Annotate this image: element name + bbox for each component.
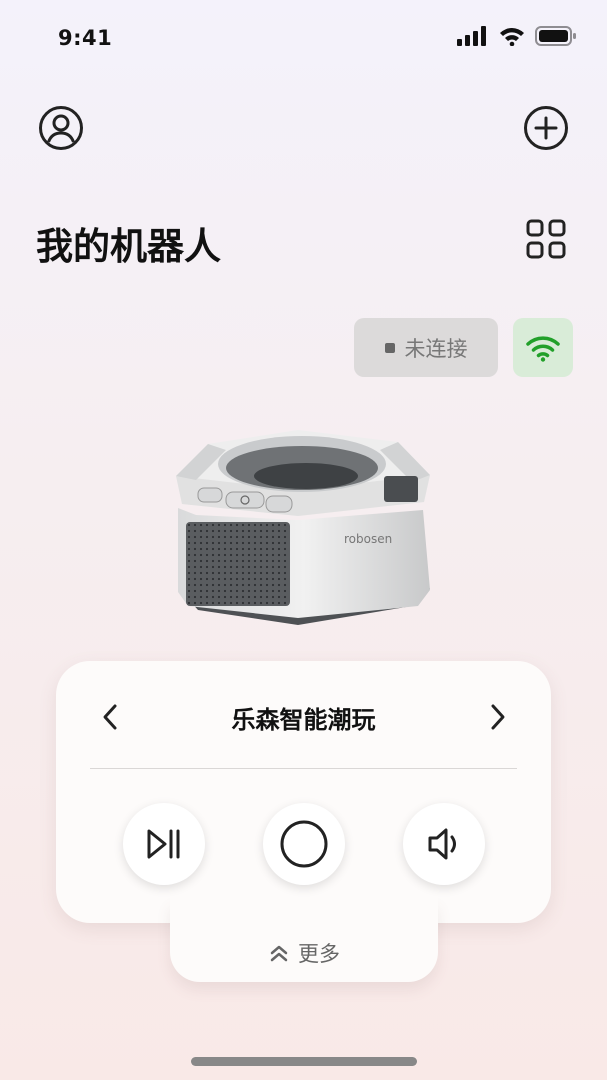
chevron-left-icon	[103, 704, 117, 730]
more-label: 更多	[298, 942, 340, 966]
brand-text: robosen	[344, 532, 392, 546]
add-robot-button[interactable]	[522, 104, 570, 152]
circle-icon	[280, 820, 328, 868]
wifi-icon	[526, 335, 560, 362]
status-icons	[457, 26, 577, 46]
plus-circle-icon	[524, 106, 568, 150]
page-title: 我的机器人	[36, 225, 221, 268]
record-button[interactable]	[263, 803, 345, 885]
robot-image: robosen	[176, 430, 430, 625]
divider	[90, 768, 517, 769]
wifi-connect-button[interactable]	[513, 318, 573, 377]
battery-icon	[535, 26, 576, 46]
connection-status-label: 未连接	[404, 336, 468, 361]
previous-robot-button[interactable]	[88, 695, 132, 739]
grid-view-button[interactable]	[522, 215, 570, 263]
play-pause-icon	[147, 829, 180, 859]
status-time: 9:41	[58, 26, 113, 50]
robot-name: 乐森智能潮玩	[231, 706, 376, 734]
wifi-icon	[500, 28, 524, 46]
next-robot-button[interactable]	[476, 695, 520, 739]
play-pause-button[interactable]	[123, 803, 205, 885]
chevron-right-icon	[491, 704, 505, 730]
speaker-icon	[428, 828, 456, 860]
profile-button[interactable]	[37, 104, 85, 152]
grid-view-icon	[526, 219, 566, 259]
connection-status-button[interactable]: 未连接	[354, 318, 498, 377]
status-bar: 9:41	[0, 0, 607, 80]
double-chevron-up-icon	[270, 945, 288, 962]
status-dot	[384, 342, 395, 353]
home-indicator[interactable]	[191, 1057, 417, 1066]
cellular-signal-icon	[457, 26, 486, 46]
more-button[interactable]: 更多	[170, 938, 438, 968]
user-circle-icon	[39, 106, 83, 150]
volume-button[interactable]	[403, 803, 485, 885]
